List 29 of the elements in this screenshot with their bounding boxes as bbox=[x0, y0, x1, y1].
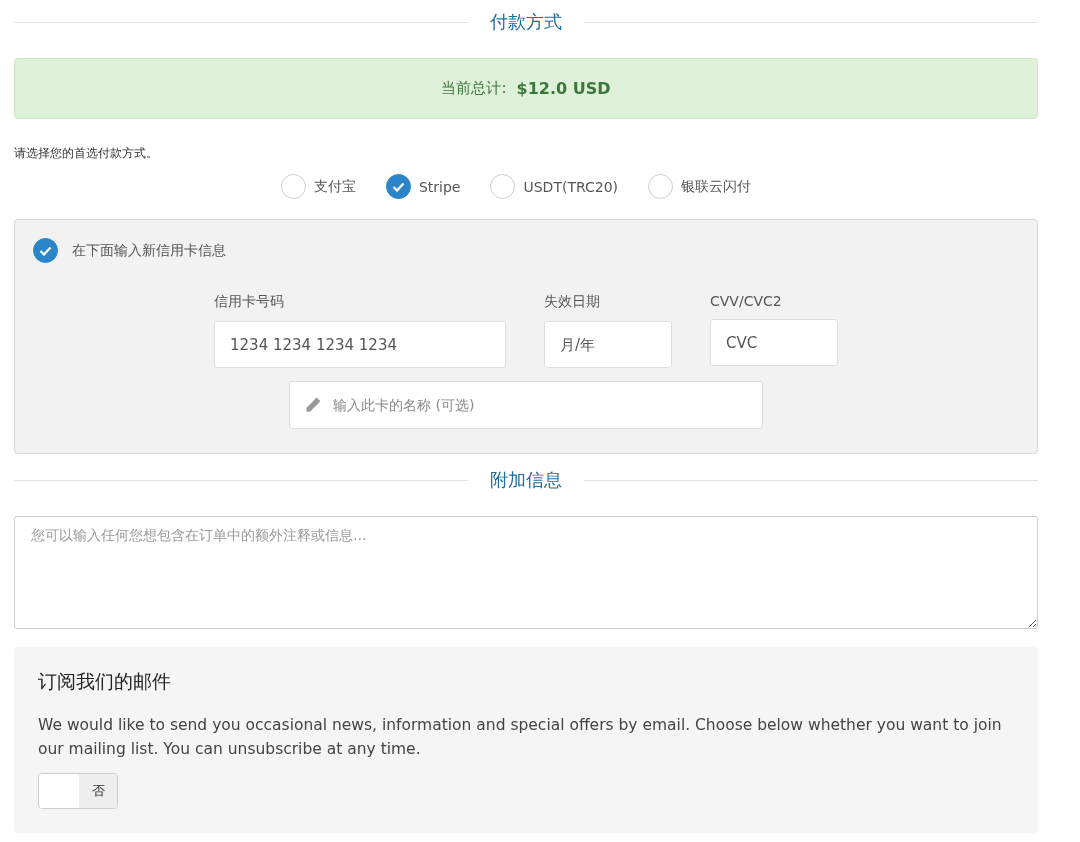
input-field[interactable]: 1234 1234 1234 1234 bbox=[214, 321, 506, 368]
radio-button[interactable] bbox=[385, 174, 411, 199]
card-name-field[interactable]: 输入此卡的名称 (可选) bbox=[289, 381, 763, 429]
payment-option[interactable]: 银联云闪付 bbox=[648, 174, 752, 199]
notes-field[interactable]: 您可以输入任何您想包含在订单中的额外注释或信息... bbox=[14, 516, 1038, 629]
payment-option[interactable]: USDT(TRC20) bbox=[490, 174, 619, 199]
total-amount: $12.0 USD bbox=[516, 79, 611, 98]
subscribe-title: 订阅我们的邮件 bbox=[38, 669, 172, 694]
payment-option[interactable]: Stripe bbox=[385, 174, 461, 199]
check-icon bbox=[39, 245, 52, 256]
radio-button[interactable] bbox=[490, 174, 516, 199]
check-icon bbox=[391, 181, 405, 192]
pencil-icon bbox=[305, 396, 322, 413]
field-label: 信用卡号码 bbox=[214, 293, 285, 311]
payment-option[interactable]: 支付宝 bbox=[280, 174, 356, 199]
section-title: 付款方式 bbox=[490, 10, 562, 34]
checkbox-label: 在下面输入新信用卡信息 bbox=[72, 241, 226, 260]
payment-prompt: 请选择您的首选付款方式。 bbox=[14, 145, 159, 162]
field-label: CVV/CVC2 bbox=[710, 293, 783, 309]
subscribe-text: We would like to send you occasional news, information and special offers by email. Choose below whether you want to join our mailing list. You can unsubscribe at any time. bbox=[38, 715, 1003, 760]
total-label: 当前总计: bbox=[441, 79, 507, 98]
subscribe-toggle[interactable]: 否 bbox=[38, 773, 118, 809]
input-field[interactable]: CVC bbox=[710, 319, 838, 366]
section-title: 附加信息 bbox=[490, 468, 562, 492]
input-field[interactable]: 月/年 bbox=[544, 321, 672, 368]
checkbox[interactable] bbox=[33, 238, 58, 263]
radio-button[interactable] bbox=[648, 174, 674, 199]
radio-button[interactable] bbox=[280, 174, 306, 199]
field-label: 失效日期 bbox=[544, 293, 601, 311]
